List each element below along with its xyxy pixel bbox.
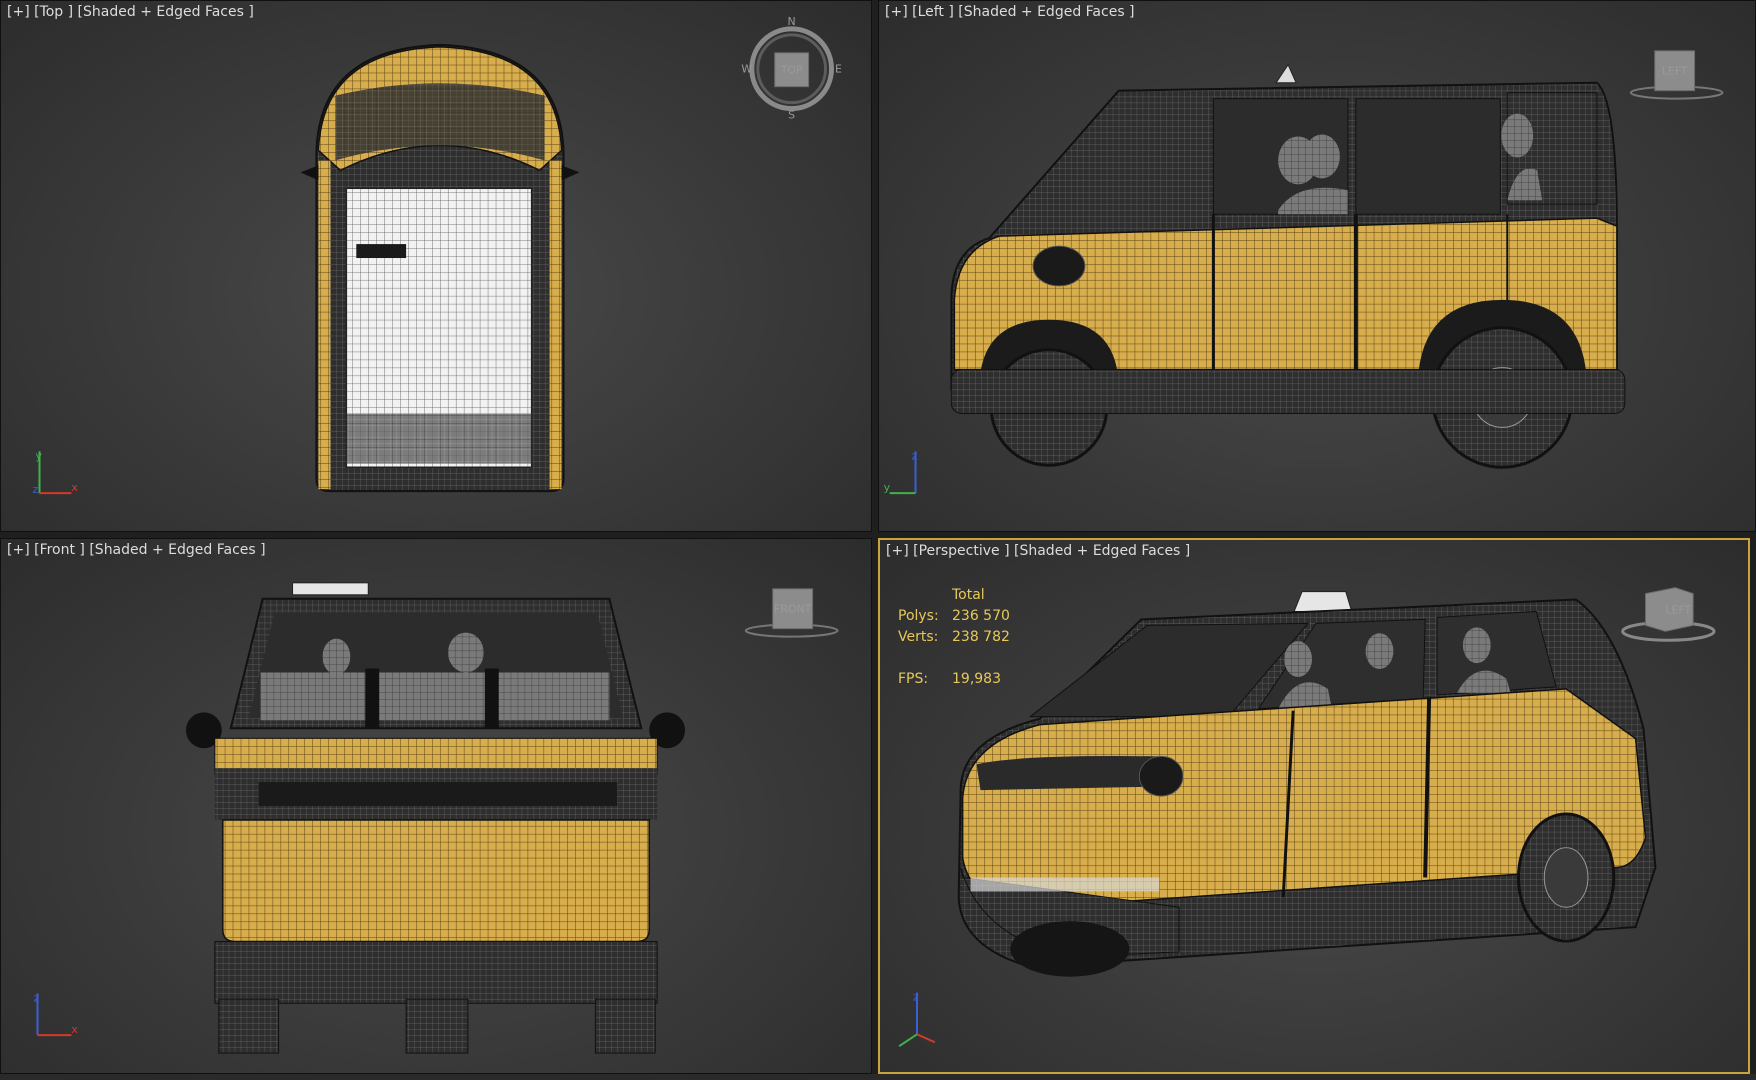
taxi-model-top — [300, 43, 580, 493]
axis-tripod-front: z x — [34, 991, 79, 1036]
stats-header: Total — [952, 587, 985, 603]
viewport-front[interactable]: FRONT z x [+] [Front ] [Shaded + Edged F… — [0, 538, 872, 1074]
svg-text:x: x — [71, 481, 78, 494]
viewcube-face-label: LEFT — [1662, 65, 1688, 78]
viewport-label[interactable]: [+] [Front ] [Shaded + Edged Faces ] — [7, 542, 266, 558]
statistics-overlay: Total Polys: 236 570 Verts: 238 782 FPS:… — [898, 585, 1010, 690]
axis-tripod-left: z y — [884, 449, 918, 494]
viewport-perspective[interactable]: LEFT z [+] [Perspective ] [Shaded + Edge… — [878, 538, 1750, 1074]
viewport-left[interactable]: LEFT z y [+] [Left ] [Shaded + Edged Fac… — [878, 0, 1756, 532]
viewport-grid: TOP N S W E y z x [+] [Top ] [Shaded + E… — [0, 0, 1756, 1080]
viewport-label[interactable]: [+] [Left ] [Shaded + Edged Faces ] — [885, 4, 1135, 20]
axis-tripod-top: y z x — [33, 449, 79, 496]
viewcube-face-label: LEFT — [1665, 603, 1691, 616]
viewport-label[interactable]: [+] [Perspective ] [Shaded + Edged Faces… — [886, 543, 1190, 559]
taxi-model-left — [950, 63, 1626, 469]
top-view-canvas: TOP N S W E y z x — [33, 15, 842, 496]
svg-text:E: E — [835, 63, 842, 76]
stats-polys-value: 236 570 — [952, 608, 1010, 624]
svg-text:S: S — [788, 109, 795, 122]
svg-text:z: z — [33, 483, 39, 496]
svg-text:W: W — [741, 63, 752, 76]
viewcube-face-label: TOP — [780, 64, 803, 77]
svg-text:z: z — [912, 449, 918, 462]
stats-fps-row: FPS: 19,983 — [898, 669, 1010, 690]
stats-fps-label: FPS: — [898, 671, 929, 687]
viewcube-left[interactable]: LEFT — [1629, 50, 1724, 100]
stats-verts-value: 238 782 — [952, 629, 1010, 645]
svg-text:N: N — [788, 15, 796, 28]
stats-verts-label: Verts: — [898, 629, 939, 645]
left-view-canvas: LEFT z y — [884, 50, 1724, 494]
viewcube-perspective[interactable]: LEFT — [1621, 587, 1716, 642]
taxi-model-front — [185, 582, 686, 1054]
svg-text:z: z — [913, 991, 919, 1004]
perspective-view-canvas: LEFT z — [898, 587, 1716, 1048]
svg-text:y: y — [884, 481, 891, 494]
taxi-model-perspective — [957, 591, 1657, 977]
stats-verts-row: Verts: 238 782 — [898, 627, 1010, 648]
stats-polys-label: Polys: — [898, 608, 939, 624]
viewcube-face-label: FRONT — [774, 603, 812, 616]
svg-text:x: x — [71, 1023, 78, 1036]
viewcube-top[interactable]: TOP N S W E — [741, 15, 842, 122]
stats-polys-row: Polys: 236 570 — [898, 606, 1010, 627]
front-view-canvas: FRONT z x — [34, 582, 839, 1054]
axis-tripod-perspective: z — [898, 991, 936, 1048]
svg-text:z: z — [34, 991, 40, 1004]
stats-fps-value: 19,983 — [952, 671, 1001, 687]
viewcube-front[interactable]: FRONT — [744, 588, 839, 638]
bottom-status-strip — [0, 1074, 1756, 1080]
svg-text:y: y — [36, 449, 43, 462]
viewport-label[interactable]: [+] [Top ] [Shaded + Edged Faces ] — [7, 4, 254, 20]
viewport-top[interactable]: TOP N S W E y z x [+] [Top ] [Shaded + E… — [0, 0, 872, 532]
